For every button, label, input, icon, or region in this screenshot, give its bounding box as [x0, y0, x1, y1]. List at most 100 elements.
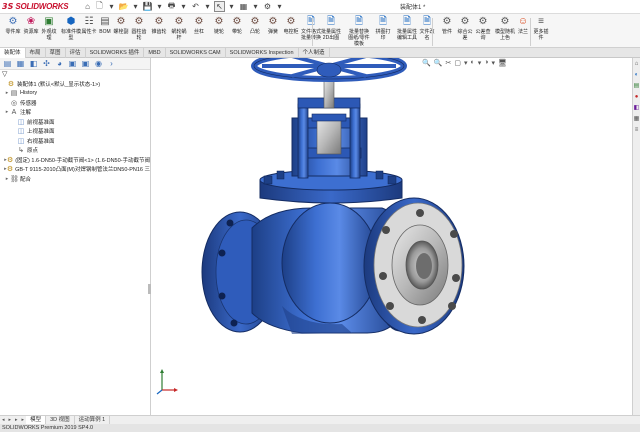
- ribbon-button-11[interactable]: ⚙ 链轮: [210, 15, 228, 35]
- ribbon-button-25[interactable]: ⚙ 模型随机上色: [494, 15, 516, 41]
- filter-icon[interactable]: ▽: [0, 70, 150, 79]
- ribbon-button-18[interactable]: 🗎 批量替换图纸/零件模板: [348, 15, 370, 47]
- tree-node[interactable]: ◫ 前视基准面: [0, 117, 150, 127]
- command-tab[interactable]: 草图: [46, 48, 66, 58]
- dropdown-arrow-icon[interactable]: ▾: [106, 1, 117, 12]
- task-pane-tab-icon[interactable]: ◐: [633, 71, 640, 80]
- tree-node[interactable]: ↳ 原点: [0, 146, 150, 156]
- ribbon-button-12[interactable]: ⚙ 带轮: [228, 15, 246, 35]
- tree-node[interactable]: ▸ ⚙ (固定) 1.6-DN50-手动截节阀<1> (1.6-DN50-手动截节阀: [0, 155, 150, 165]
- ribbon-button-22[interactable]: ⚙ 管件: [438, 15, 456, 35]
- ribbon-button-13[interactable]: ⚙ 凸轮: [246, 15, 264, 35]
- configuration-manager-tab-icon[interactable]: ◧: [28, 59, 39, 69]
- dropdown-arrow-icon[interactable]: ▾: [154, 1, 165, 12]
- cam-tool-tab-icon[interactable]: ▣: [80, 59, 91, 69]
- ribbon-button-1[interactable]: ❀ 资源库: [22, 15, 40, 35]
- ribbon-button-0[interactable]: ⚙ 零件库: [4, 15, 22, 35]
- hud-view-icon[interactable]: 🔍: [434, 59, 443, 67]
- ribbon-button-20[interactable]: 🗎 批量属性编辑工具: [396, 15, 418, 41]
- command-tab[interactable]: 个人制造: [299, 48, 330, 58]
- hud-dropdown-icon[interactable]: ▾: [491, 59, 495, 67]
- ribbon-button-27[interactable]: ≡ 更多插件: [532, 15, 550, 41]
- command-tab[interactable]: MBD: [144, 48, 166, 58]
- task-pane-tab-icon[interactable]: ●: [633, 93, 640, 102]
- property-manager-tab-icon[interactable]: ▦: [15, 59, 26, 69]
- tree-node[interactable]: ◫ 右视基准面: [0, 136, 150, 146]
- task-pane-tab-icon[interactable]: ▤: [633, 82, 640, 91]
- command-tab[interactable]: SOLIDWORKS 插件: [86, 48, 145, 58]
- inspection-tab-icon[interactable]: ◉: [93, 59, 104, 69]
- dropdown-arrow-icon[interactable]: ▾: [178, 1, 189, 12]
- ribbon-button-icon: ▤: [100, 16, 110, 27]
- quick-access-button-icon[interactable]: ⌂: [82, 1, 93, 12]
- task-pane-tab-icon[interactable]: ▦: [633, 115, 640, 124]
- hud-view-icon[interactable]: 🖥: [498, 59, 507, 67]
- panel-resize-handle[interactable]: [148, 284, 151, 294]
- hud-view-icon[interactable]: ▢: [454, 59, 461, 67]
- dropdown-arrow-icon[interactable]: ▾: [250, 1, 261, 12]
- tree-node[interactable]: ▸ ⛓ 配合: [0, 174, 150, 184]
- command-tab[interactable]: 布局: [26, 48, 46, 58]
- ribbon-button-19[interactable]: 🗎 拼图打印: [374, 15, 392, 41]
- ribbon-button-23[interactable]: ⚙ 综合公差: [456, 15, 474, 41]
- task-pane-tab-icon[interactable]: ≡: [633, 126, 640, 135]
- valve-stem[interactable]: [323, 77, 335, 109]
- display-manager-tab-icon[interactable]: ◕: [54, 59, 65, 69]
- dropdown-arrow-icon[interactable]: ▾: [226, 1, 237, 12]
- tree-node[interactable]: ◎ 传感器: [0, 98, 150, 108]
- ribbon-button-8[interactable]: ⚙ 锥齿轮: [150, 15, 168, 35]
- solidworks-logo[interactable]: 3S SOLIDWORKS: [0, 0, 82, 14]
- ribbon-button-6[interactable]: ⚙ 螺栓副: [112, 15, 130, 35]
- tree-node[interactable]: ▸ ▤ History: [0, 89, 150, 99]
- command-tab[interactable]: SOLIDWORKS CAM: [166, 48, 226, 58]
- tree-node[interactable]: ▸ ⚙ GB-T 9115-2010凸面(M)对焊钢制管法兰DN50-PN16 三: [0, 165, 150, 175]
- ribbon-button-10[interactable]: ⚙ 丝杠: [190, 15, 208, 35]
- hud-dropdown-icon[interactable]: ▾: [464, 59, 468, 67]
- hud-view-icon[interactable]: ◐: [470, 59, 474, 67]
- ribbon-button-3[interactable]: ⬢ 标准件模型: [60, 15, 82, 41]
- command-tab[interactable]: 装配体: [0, 48, 26, 58]
- ribbon-button-24[interactable]: ⚙ 公差查询: [474, 15, 492, 41]
- task-pane-tab-icon[interactable]: ◧: [633, 104, 640, 113]
- dropdown-arrow-icon[interactable]: ▾: [274, 1, 285, 12]
- ribbon-button-15[interactable]: ⚙ 电控柜: [282, 15, 300, 35]
- quick-access-button-icon[interactable]: 🖶: [166, 1, 177, 12]
- command-tab[interactable]: 评估: [66, 48, 86, 58]
- ribbon-button-14[interactable]: ⚙ 弹簧: [264, 15, 282, 35]
- quick-access-button-icon[interactable]: ⚙: [262, 1, 273, 12]
- command-tab[interactable]: SOLIDWORKS Inspection: [226, 48, 299, 58]
- ribbon-button-16[interactable]: 🗎 文件格式批量转换: [300, 15, 322, 41]
- ribbon-button-icon: ⚙: [134, 16, 144, 27]
- quick-access-button-icon[interactable]: 🗋: [94, 1, 105, 12]
- tree-node-icon: ⚙: [6, 166, 14, 174]
- quick-access-button-icon[interactable]: ↶: [190, 1, 201, 12]
- hud-dropdown-icon[interactable]: ▾: [478, 59, 482, 67]
- task-pane-tab-icon[interactable]: ⌂: [633, 60, 640, 69]
- dropdown-arrow-icon[interactable]: ▾: [130, 1, 141, 12]
- cam-tab-icon[interactable]: ▣: [67, 59, 78, 69]
- tree-node-icon: ◫: [17, 118, 25, 126]
- hud-view-icon[interactable]: ✂: [445, 59, 451, 67]
- hud-view-icon[interactable]: 🔍: [422, 59, 431, 67]
- dropdown-arrow-icon[interactable]: ▾: [202, 1, 213, 12]
- outlet-flange[interactable]: [363, 197, 465, 335]
- tree-node[interactable]: ⚙ 装配体1 (默认<默认_显示状态-1>): [0, 79, 150, 89]
- globe-valve-model[interactable]: [152, 58, 632, 415]
- hud-view-icon[interactable]: ◑: [484, 59, 488, 67]
- ribbon-button-7[interactable]: ⚙ 圆柱齿轮: [130, 15, 148, 41]
- tree-node[interactable]: ▸ A 注解: [0, 108, 150, 118]
- ribbon-button-21[interactable]: 🗎 文件改名: [418, 15, 436, 41]
- handwheel[interactable]: [251, 58, 407, 82]
- tree-node[interactable]: ◫ 上视基准面: [0, 127, 150, 137]
- next-tab-icon[interactable]: ›: [106, 59, 117, 69]
- quick-access-button-icon[interactable]: 📂: [118, 1, 129, 12]
- ribbon-button-9[interactable]: ⚙ 蜗轮蜗杆: [170, 15, 188, 41]
- quick-access-button-icon[interactable]: ▦: [238, 1, 249, 12]
- quick-access-button-icon[interactable]: ↖: [214, 1, 225, 12]
- dimxpert-tab-icon[interactable]: ✣: [41, 59, 52, 69]
- feature-tree-tab-icon[interactable]: ▤: [2, 59, 13, 69]
- quick-access-button-icon[interactable]: 💾: [142, 1, 153, 12]
- ribbon-button-2[interactable]: ▣ 外观纹理: [40, 15, 58, 41]
- ribbon-button-17[interactable]: 🗎 批量属性2D出图: [320, 15, 342, 41]
- graphics-area[interactable]: 🔍 🔍 ✂ ▢ ▾ ◐ ▾ ◑ ▾ 🖥: [152, 58, 632, 415]
